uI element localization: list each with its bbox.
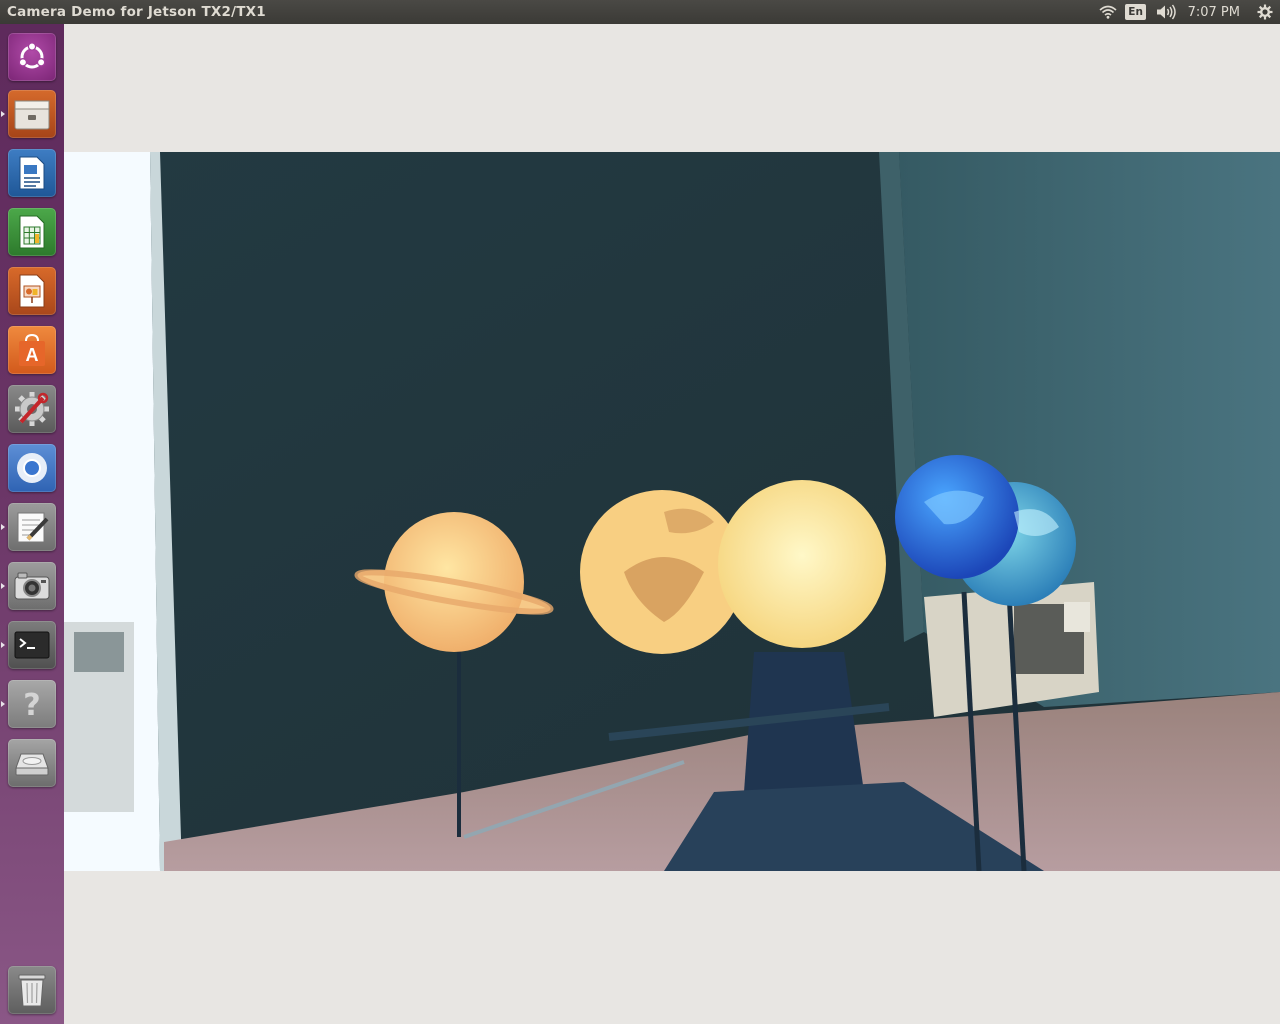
question-mark-icon: ? [8, 680, 56, 728]
ubuntu-logo-icon [8, 33, 56, 81]
presentation-icon [8, 267, 56, 315]
wrench-gear-icon [8, 385, 56, 433]
pencil-notepad-icon [8, 503, 56, 551]
running-indicator [1, 583, 5, 589]
indicator-area: En 7:07 PM [1096, 0, 1280, 24]
document-icon [8, 149, 56, 197]
running-indicator [1, 524, 5, 530]
wifi-icon[interactable] [1096, 0, 1120, 24]
trash-icon [8, 966, 56, 1014]
camera-icon [8, 562, 56, 610]
clock[interactable]: 7:07 PM [1182, 5, 1250, 20]
launcher-text-editor[interactable] [6, 501, 58, 553]
launcher-software-center[interactable]: A [6, 324, 58, 376]
svg-text:?: ? [23, 688, 40, 722]
top-panel: Camera Demo for Jetson TX2/TX1 En 7:07 P… [0, 0, 1280, 24]
launcher-system-settings[interactable] [6, 383, 58, 435]
launcher-trash[interactable] [6, 964, 58, 1016]
running-indicator [1, 111, 5, 117]
browser-icon [8, 444, 56, 492]
launcher-impress[interactable] [6, 265, 58, 317]
volume-icon[interactable] [1152, 0, 1182, 24]
launcher-help[interactable]: ? [6, 678, 58, 730]
camera-feed-image [64, 152, 1280, 871]
launcher-writer[interactable] [6, 147, 58, 199]
launcher-files[interactable] [6, 88, 58, 140]
launcher-camera-demo[interactable] [6, 560, 58, 612]
keyboard-layout-label: En [1125, 4, 1146, 20]
launcher-calc[interactable] [6, 206, 58, 258]
launcher: A ? [0, 24, 64, 1024]
launcher-chromium[interactable] [6, 442, 58, 494]
running-indicator [1, 701, 5, 707]
launcher-drive[interactable] [6, 737, 58, 789]
hard-drive-icon [8, 739, 56, 787]
file-cabinet-icon [8, 90, 56, 138]
camera-view [64, 152, 1280, 871]
shopping-bag-icon: A [8, 326, 56, 374]
system-gear-icon[interactable] [1250, 0, 1280, 24]
svg-text:A: A [26, 345, 39, 365]
keyboard-layout-indicator[interactable]: En [1120, 0, 1152, 24]
launcher-terminal[interactable] [6, 619, 58, 671]
spreadsheet-icon [8, 208, 56, 256]
window-title: Camera Demo for Jetson TX2/TX1 [7, 4, 266, 20]
running-indicator [1, 642, 5, 648]
launcher-dash-home[interactable] [6, 31, 58, 83]
terminal-icon [8, 621, 56, 669]
